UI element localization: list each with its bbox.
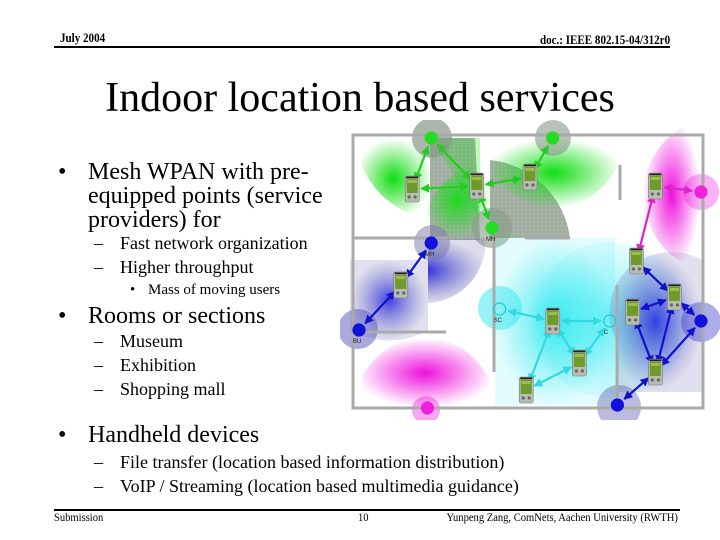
access-point-blue: [694, 314, 708, 328]
access-point-green: [485, 221, 499, 235]
access-point-magenta: [694, 185, 708, 199]
access-point-magenta: [420, 401, 435, 415]
subbullet-shopping-mall: – Shopping mall: [94, 377, 226, 401]
subbullet-text: Higher throughput: [120, 257, 254, 277]
access-point-blue: [424, 236, 438, 250]
dash-icon: –: [94, 379, 103, 399]
access-point-green: [546, 131, 560, 145]
subsubbullet-text: Mass of moving users: [148, 282, 281, 298]
footer-author: Yunpeng Zang, ComNets, Aachen University…: [446, 510, 678, 524]
subbullet-fast-network: – Fast network organization: [94, 231, 308, 255]
subbullet-text: Exhibition: [120, 355, 196, 375]
footer-page-number: 10: [358, 510, 369, 524]
bullet-text-line: Mesh WPAN with pre-: [88, 159, 309, 185]
bullet-text-line: Rooms or sections: [88, 303, 266, 329]
footer-submission: Submission: [54, 510, 104, 524]
pda-device-icon: [648, 358, 663, 386]
bullet-handheld: • Handheld devices: [58, 422, 260, 448]
pda-device-icon: [629, 247, 644, 275]
bullet-icon: •: [58, 159, 67, 185]
access-point-label: BU: [353, 339, 361, 345]
bullet-mesh-wpan: • Mesh WPAN with pre- equipped points (s…: [58, 159, 323, 233]
indoor-mesh-diagram: MH MH BU SC C: [340, 120, 720, 420]
bullet-text-line: providers) for: [88, 207, 221, 233]
subbullet-museum: – Museum: [94, 329, 183, 353]
pda-device-icon: [648, 172, 663, 200]
access-point-green: [424, 131, 438, 145]
dash-icon: –: [94, 257, 103, 277]
subsubbullet-mass-users: • Mass of moving users: [130, 280, 281, 300]
subbullet-text: Shopping mall: [120, 379, 226, 399]
subbullet-file-transfer: – File transfer (location based informat…: [94, 450, 505, 474]
pda-device-icon: [667, 283, 682, 311]
subbullet-higher-throughput: – Higher throughput: [94, 255, 254, 279]
header-date: July 2004: [60, 30, 106, 45]
slide-title: Indoor location based services: [105, 75, 615, 121]
subbullet-exhibition: – Exhibition: [94, 353, 196, 377]
pda-device-icon: [625, 298, 640, 326]
pda-device-icon: [469, 172, 485, 200]
access-point-label: SC: [494, 318, 503, 324]
access-point-blue: [610, 398, 624, 412]
pda-device-icon: [545, 307, 561, 335]
access-point-blue: [352, 323, 366, 337]
subbullet-text: Museum: [120, 331, 183, 351]
subbullet-voip: – VoIP / Streaming (location based multi…: [94, 474, 519, 498]
bullet-text-line: Handheld devices: [88, 422, 260, 448]
dash-icon: –: [94, 476, 103, 496]
header-rule: [54, 46, 670, 48]
subbullet-text: Fast network organization: [120, 233, 308, 253]
subbullet-text: VoIP / Streaming (location based multime…: [120, 476, 519, 496]
bullet-icon: •: [58, 422, 67, 448]
access-point-label: MH: [486, 237, 495, 243]
access-point-label: MH: [425, 252, 434, 258]
subbullet-text: File transfer (location based informatio…: [120, 452, 505, 472]
pda-device-icon: [393, 271, 409, 299]
pda-device-icon: [404, 175, 420, 203]
bullet-text-line: equipped points (service: [88, 183, 323, 209]
dash-icon: –: [94, 331, 103, 351]
bullet-icon: •: [130, 282, 136, 298]
bullet-rooms: • Rooms or sections: [58, 303, 266, 329]
dash-icon: –: [94, 355, 103, 375]
pda-device-icon: [522, 163, 538, 191]
pda-device-icon: [572, 349, 587, 377]
pda-device-icon: [518, 376, 534, 404]
dash-icon: –: [94, 452, 103, 472]
dash-icon: –: [94, 233, 103, 253]
bullet-icon: •: [58, 303, 67, 329]
access-point-label: C: [604, 330, 609, 336]
